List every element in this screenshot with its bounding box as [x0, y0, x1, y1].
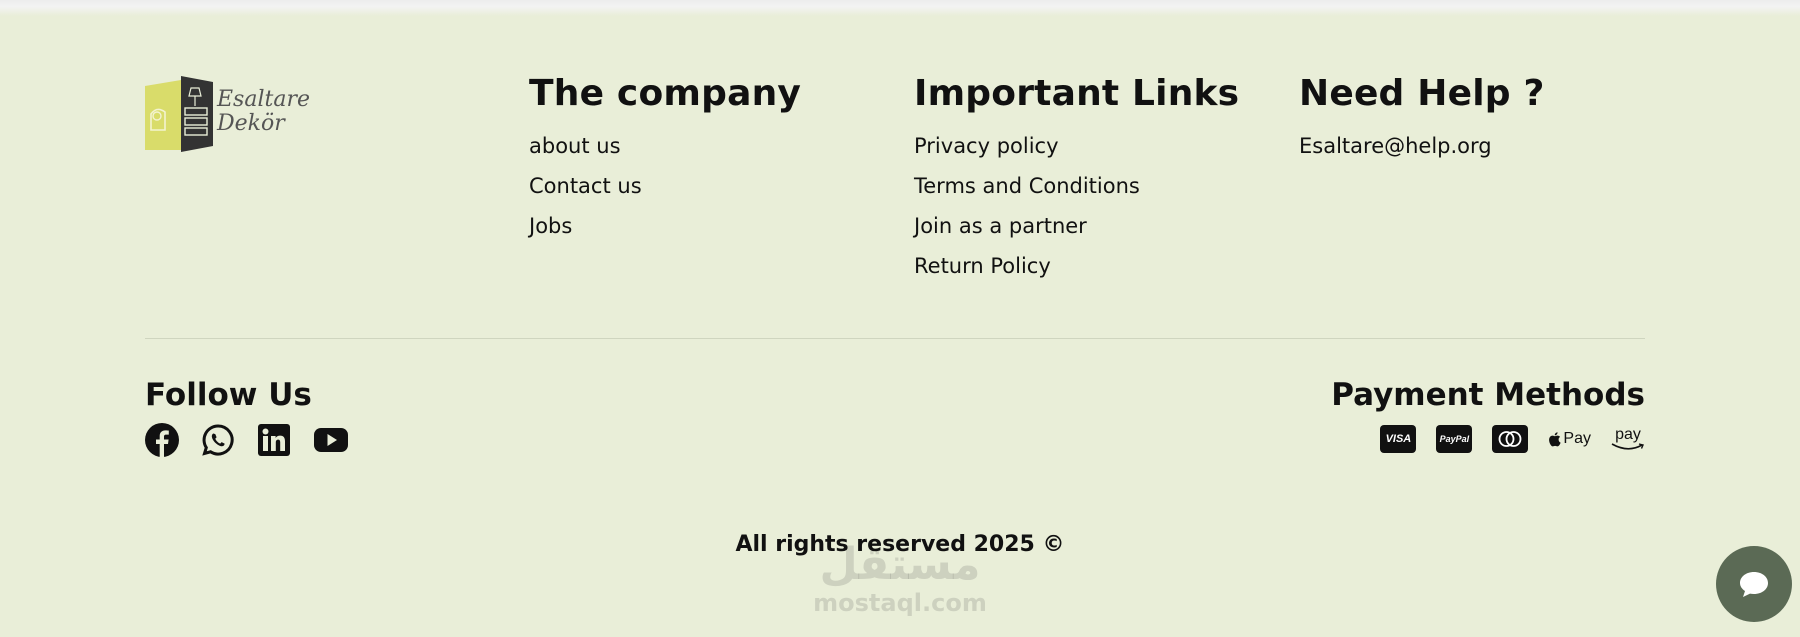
- visa-icon: VISA: [1380, 425, 1417, 453]
- help-email-link[interactable]: Esaltare@help.org: [1299, 134, 1545, 158]
- apple-logo-icon: [1549, 432, 1562, 447]
- logo-text-line1: Esaltare: [216, 87, 310, 112]
- site-footer: Esaltare Dekör The company about us Cont…: [0, 0, 1800, 637]
- follow-us-section: Follow Us: [145, 375, 349, 457]
- social-icons: [145, 423, 349, 457]
- youtube-icon[interactable]: [313, 423, 349, 457]
- link-contact-us[interactable]: Contact us: [529, 174, 801, 198]
- company-column: The company about us Contact us Jobs: [529, 72, 801, 254]
- link-about-us[interactable]: about us: [529, 134, 801, 158]
- whatsapp-icon[interactable]: [201, 423, 235, 457]
- chat-bubble-icon: [1740, 572, 1768, 597]
- copyright-text: All rights reserved 2025 ©: [735, 532, 1065, 557]
- footer-divider: [145, 338, 1645, 339]
- chat-button[interactable]: [1716, 546, 1792, 622]
- amazon-smile-icon: [1611, 443, 1644, 450]
- follow-us-heading: Follow Us: [145, 377, 312, 413]
- link-join-as-partner[interactable]: Join as a partner: [914, 214, 1239, 238]
- link-return-policy[interactable]: Return Policy: [914, 254, 1239, 278]
- paypal-label: PayPal: [1439, 434, 1470, 444]
- paypal-icon: PayPal: [1436, 425, 1473, 453]
- logo-graphic: Esaltare Dekör: [145, 76, 310, 152]
- brand-logo[interactable]: Esaltare Dekör: [145, 74, 315, 154]
- link-privacy-policy[interactable]: Privacy policy: [914, 134, 1239, 158]
- company-heading: The company: [529, 73, 802, 114]
- linkedin-icon[interactable]: [257, 423, 291, 457]
- apple-pay-label: Pay: [1563, 430, 1591, 447]
- watermark-latin: mostaql.com: [813, 589, 987, 617]
- amazon-pay-icon: pay: [1611, 427, 1645, 451]
- facebook-icon[interactable]: [145, 423, 179, 457]
- visa-label: VISA: [1385, 433, 1412, 445]
- help-column: Need Help ? Esaltare@help.org: [1299, 72, 1545, 174]
- important-links-column: Important Links Privacy policy Terms and…: [914, 72, 1239, 294]
- important-links-heading: Important Links: [914, 73, 1240, 114]
- apple-pay-icon: Pay: [1548, 430, 1591, 448]
- payment-methods-section: Payment Methods VISA PayPal Pay pay: [1331, 375, 1645, 453]
- payment-icons: VISA PayPal Pay pay: [1331, 425, 1645, 453]
- mastercard-icon: [1492, 425, 1529, 453]
- help-heading: Need Help ?: [1299, 73, 1545, 114]
- link-terms-and-conditions[interactable]: Terms and Conditions: [914, 174, 1239, 198]
- amazon-pay-label: pay: [1615, 426, 1641, 443]
- payment-methods-heading: Payment Methods: [1331, 377, 1645, 413]
- logo-text-line2: Dekör: [216, 111, 286, 136]
- link-jobs[interactable]: Jobs: [529, 214, 801, 238]
